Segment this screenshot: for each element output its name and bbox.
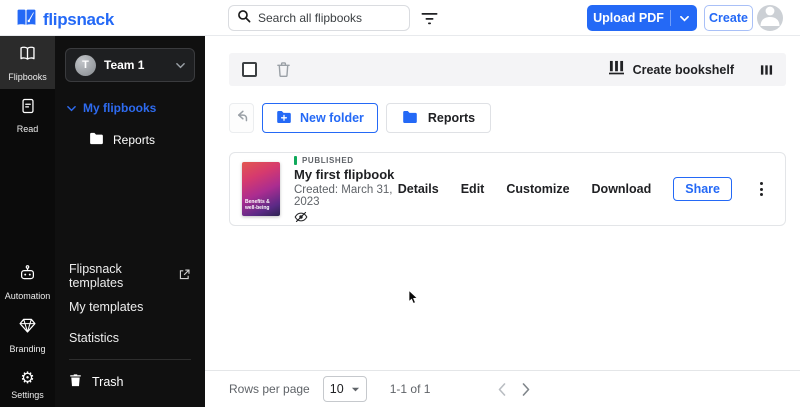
filter-icon[interactable] — [419, 9, 439, 27]
edit-link[interactable]: Edit — [461, 182, 485, 196]
sidebar-item-label: Read — [16, 124, 39, 134]
flipsnack-templates-label: Flipsnack templates — [69, 261, 124, 290]
delete-trash-icon[interactable] — [276, 61, 291, 78]
download-link[interactable]: Download — [592, 182, 652, 196]
new-folder-label: New folder — [300, 111, 364, 125]
bookshelf-view-toggle-icon[interactable] — [760, 64, 773, 76]
bookshelf-icon — [608, 60, 625, 80]
new-folder-button[interactable]: New folder — [262, 103, 378, 133]
flipbook-created-date: Created: March 31, 2023 — [294, 183, 393, 208]
brand-name: flipsnack — [43, 10, 114, 29]
more-options-kebab-icon[interactable] — [754, 180, 769, 198]
sidebar-item-branding[interactable]: Branding — [0, 308, 55, 361]
main-content: Create bookshelf New folder Reports Bene… — [205, 36, 800, 407]
flipsnack-logo-icon — [16, 7, 37, 33]
sidebar-item-flipsnack-templates[interactable]: Flipsnack templates — [55, 260, 205, 291]
folder-chip-reports[interactable]: Reports — [385, 103, 492, 133]
pagination-controls — [498, 382, 530, 396]
selection-toolbar: Create bookshelf — [229, 53, 786, 86]
sidebar-item-settings[interactable]: ⚙ Settings — [0, 361, 55, 407]
rows-per-page-value: 10 — [329, 382, 344, 396]
upload-pdf-split-button: Upload PDF — [587, 5, 697, 31]
chevron-down-icon — [351, 380, 360, 398]
pagination-footer: Rows per page 10 1-1 of 1 — [205, 370, 800, 407]
sidebar-item-my-flipbooks[interactable]: My flipbooks — [67, 99, 205, 117]
status-indicator — [294, 155, 297, 165]
folder-chip-label: Reports — [427, 111, 476, 125]
sidebar-item-flipbooks[interactable]: Flipbooks — [0, 36, 55, 89]
branding-icon — [18, 316, 37, 340]
chevron-down-icon — [176, 56, 185, 74]
rows-per-page-label: Rows per page — [229, 382, 310, 396]
previous-page-icon[interactable] — [498, 382, 506, 396]
trash-label: Trash — [92, 374, 124, 389]
chevron-down-icon — [67, 99, 76, 117]
pagination-range-label: 1-1 of 1 — [389, 382, 431, 396]
trash-icon — [69, 373, 82, 390]
sidebar-item-label: Branding — [9, 344, 46, 354]
sidebar-item-automation[interactable]: Automation — [0, 255, 55, 308]
settings-gear-icon: ⚙ — [20, 368, 35, 387]
flipbook-actions: Details Edit Customize Download Share — [398, 177, 769, 201]
flipbook-cover-title: Benefits & well-being — [245, 199, 270, 211]
back-button[interactable] — [229, 103, 254, 133]
person-icon — [757, 5, 783, 31]
flipbook-info: PUBLISHED My first flipbook Created: Mar… — [294, 155, 398, 223]
share-button[interactable]: Share — [673, 177, 732, 201]
create-button[interactable]: Create — [704, 5, 753, 31]
top-bar: flipsnack Upload PDF Create — [0, 0, 800, 36]
select-all-checkbox[interactable] — [242, 62, 257, 77]
team-selector[interactable]: T Team 1 — [65, 48, 195, 82]
flipbooks-icon — [18, 44, 37, 68]
status-label: PUBLISHED — [302, 155, 354, 165]
sidebar-item-label: Flipbooks — [8, 72, 47, 82]
read-icon — [19, 97, 37, 120]
team-name: Team 1 — [104, 58, 145, 72]
sidebar-folder-label: Reports — [113, 133, 156, 147]
chevron-down-icon — [679, 9, 689, 27]
flipbook-title[interactable]: My first flipbook — [294, 167, 398, 182]
upload-pdf-button[interactable]: Upload PDF — [587, 11, 670, 25]
flipbook-thumbnail[interactable]: Benefits & well-being — [242, 162, 280, 216]
folder-icon — [89, 132, 104, 148]
team-avatar: T — [75, 54, 96, 76]
nav-rail: Flipbooks Read Automation Branding ⚙ Set… — [0, 36, 55, 407]
folder-bar: New folder Reports — [229, 103, 786, 133]
folder-icon — [402, 110, 418, 127]
sidebar-item-read[interactable]: Read — [0, 89, 55, 141]
my-flipbooks-label: My flipbooks — [83, 101, 157, 115]
sidebar-divider — [69, 359, 191, 360]
secondary-sidebar: T Team 1 My flipbooks Reports Flipsnack … — [55, 36, 205, 407]
status-badge: PUBLISHED — [294, 155, 398, 165]
flipsnack-logo[interactable]: flipsnack — [16, 7, 114, 33]
search-box[interactable] — [228, 5, 410, 31]
sidebar-item-label: Automation — [4, 291, 51, 301]
user-avatar[interactable] — [757, 5, 783, 31]
create-bookshelf-button[interactable]: Create bookshelf — [608, 60, 734, 80]
details-link[interactable]: Details — [398, 182, 439, 196]
back-arrow-icon — [234, 109, 249, 128]
sidebar-item-label: Settings — [11, 390, 44, 400]
customize-link[interactable]: Customize — [506, 182, 569, 196]
sidebar-item-statistics[interactable]: Statistics — [55, 322, 205, 353]
automation-icon — [18, 263, 37, 287]
next-page-icon[interactable] — [522, 382, 530, 396]
flipbook-row: Benefits & well-being PUBLISHED My first… — [229, 152, 786, 226]
search-input[interactable] — [258, 11, 401, 25]
search-icon — [237, 9, 251, 28]
create-bookshelf-label: Create bookshelf — [632, 62, 734, 77]
rail-spacer — [0, 141, 55, 255]
folder-plus-icon — [276, 110, 292, 127]
sidebar-item-my-templates[interactable]: My templates — [55, 291, 205, 322]
sidebar-folder-reports[interactable]: Reports — [89, 132, 205, 148]
my-templates-label: My templates — [69, 299, 144, 314]
external-link-icon — [178, 268, 191, 284]
rows-per-page-select[interactable]: 10 — [322, 376, 367, 402]
sidebar-item-trash[interactable]: Trash — [55, 366, 205, 397]
upload-pdf-dropdown-button[interactable] — [671, 9, 697, 27]
statistics-label: Statistics — [69, 330, 120, 345]
visibility-off-icon — [294, 211, 398, 223]
